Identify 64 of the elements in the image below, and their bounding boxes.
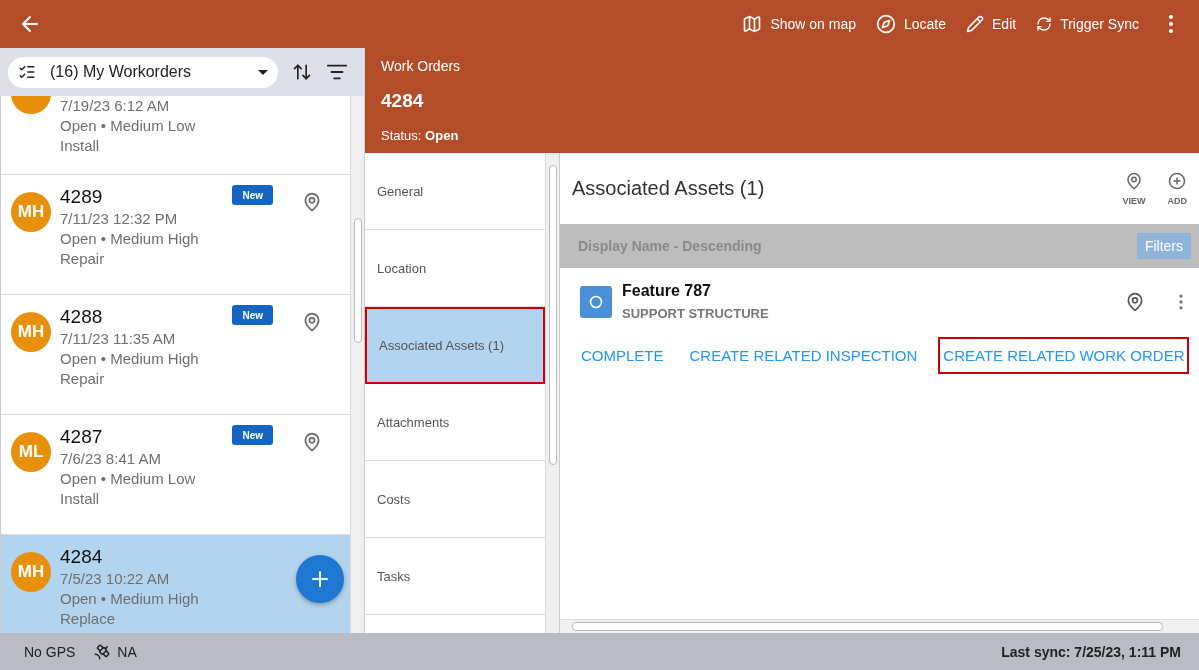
breadcrumb: Work Orders bbox=[381, 58, 462, 74]
workorder-number: 4287 bbox=[60, 425, 103, 449]
action-link[interactable]: COMPLETE bbox=[576, 337, 669, 374]
pin-icon[interactable] bbox=[302, 432, 322, 452]
panel-title: Associated Assets (1) bbox=[572, 177, 765, 200]
panel-tool-button[interactable]: ADD bbox=[1167, 171, 1187, 206]
avatar: ML bbox=[11, 432, 51, 472]
workorder-type: Install bbox=[60, 136, 100, 156]
workorder-type: Repair bbox=[60, 369, 105, 389]
workorder-type: Repair bbox=[60, 249, 105, 269]
toolbar-button[interactable]: Edit bbox=[966, 15, 1017, 33]
avatar: MH bbox=[11, 192, 51, 232]
sort-icon[interactable] bbox=[292, 62, 312, 82]
workorder-date: 7/19/23 6:12 AM bbox=[60, 96, 170, 116]
toolbar-button[interactable]: Trigger Sync bbox=[1036, 16, 1139, 32]
workorder-number: 4284 bbox=[60, 545, 103, 569]
avatar: MH bbox=[11, 552, 51, 592]
workorder-status: Status: Open bbox=[381, 128, 460, 143]
action-link[interactable]: CREATE RELATED WORK ORDER bbox=[938, 337, 1190, 374]
pin-icon[interactable] bbox=[302, 192, 322, 212]
section-tab[interactable]: Associated Assets (1) bbox=[365, 307, 545, 384]
compass-icon bbox=[876, 14, 896, 34]
pin-icon bbox=[1125, 171, 1143, 190]
toolbar-button[interactable]: Show on map bbox=[742, 14, 856, 34]
workorder-status: Open • Medium Low bbox=[60, 469, 196, 489]
workorder-type: Replace bbox=[60, 609, 116, 629]
sync-icon bbox=[1036, 16, 1053, 32]
scrollbar[interactable] bbox=[560, 619, 1199, 633]
new-badge: New bbox=[232, 305, 273, 325]
asset-icon bbox=[580, 285, 612, 318]
workorder-filter-dropdown[interactable]: (16) My Workorders bbox=[8, 56, 278, 88]
scrollbar[interactable] bbox=[545, 153, 559, 633]
toolbar-button[interactable]: Locate bbox=[876, 14, 947, 34]
workorder-date: 7/5/23 10:22 AM bbox=[60, 569, 170, 589]
workorder-date: 7/11/23 12:32 PM bbox=[60, 209, 178, 229]
asset-type: SUPPORT STRUCTURE bbox=[622, 306, 769, 321]
workorder-date: 7/6/23 8:41 AM bbox=[60, 449, 161, 469]
workorder-date: 7/11/23 11:35 AM bbox=[60, 329, 176, 349]
satellite-icon bbox=[93, 642, 112, 661]
satellite-status: NA bbox=[117, 643, 137, 660]
workorder-type: Install bbox=[60, 489, 100, 509]
asset-name: Feature 787 bbox=[622, 282, 712, 300]
map-icon bbox=[742, 14, 763, 34]
action-link[interactable]: CREATE RELATED INSPECTION bbox=[684, 337, 923, 374]
checklist-icon bbox=[18, 63, 36, 81]
workorder-title: 4284 bbox=[381, 90, 425, 112]
panel-tool-button[interactable]: VIEW bbox=[1122, 171, 1146, 206]
workorder-number: 4288 bbox=[60, 305, 103, 329]
workorder-status: Open • Medium High bbox=[60, 349, 199, 369]
workorder-status: Open • Medium High bbox=[60, 589, 199, 609]
pin-icon[interactable] bbox=[1125, 291, 1145, 312]
avatar: MH bbox=[11, 312, 51, 352]
workorder-number: 4289 bbox=[60, 185, 103, 209]
new-badge: New bbox=[232, 425, 273, 445]
pencil-icon bbox=[966, 15, 985, 33]
workorder-item[interactable]: 7/19/23 6:12 AM Open • Medium Low Install bbox=[1, 96, 350, 175]
scrollbar[interactable] bbox=[350, 96, 364, 633]
workorder-status: Open • Medium High bbox=[60, 229, 199, 249]
last-sync: Last sync: 7/25/23, 1:11 PM bbox=[1001, 643, 1181, 660]
pin-icon[interactable] bbox=[302, 312, 322, 332]
gps-status: No GPS bbox=[24, 643, 76, 660]
workorder-status: Open • Medium Low bbox=[60, 116, 196, 136]
new-badge: New bbox=[232, 185, 273, 205]
add-icon bbox=[1168, 171, 1187, 190]
